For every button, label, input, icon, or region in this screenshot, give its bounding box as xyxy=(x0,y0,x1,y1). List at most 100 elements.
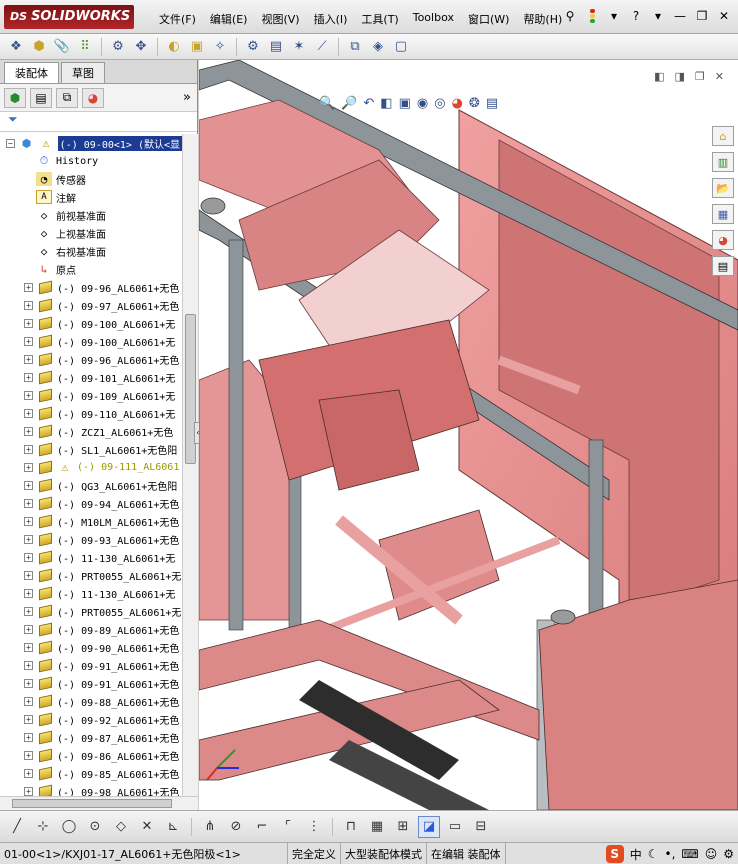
tree-part-row[interactable]: + (-) 09-90_AL6061+无色 xyxy=(0,638,182,656)
exploded-view-icon[interactable]: ✶ xyxy=(289,37,309,57)
solidworks-resources-icon[interactable]: ⌂ xyxy=(712,126,734,146)
solidworks-logo[interactable]: DS SOLIDWORKS xyxy=(4,5,134,29)
tree-part-row[interactable]: + (-) 09-96_AL6061+无色 xyxy=(0,278,182,296)
tree-part-row[interactable]: + (-) 09-109_AL6061+无 xyxy=(0,386,182,404)
tree-part-row[interactable]: + (-) ZCZ1_AL6061+无色 xyxy=(0,422,182,440)
help-button[interactable]: ? xyxy=(628,8,644,24)
two-view-icon[interactable]: ⊟ xyxy=(470,816,492,838)
keyboard-icon[interactable]: ⌨ xyxy=(681,847,698,861)
chamfer-icon[interactable]: ⌜ xyxy=(277,816,299,838)
expand-icon[interactable]: + xyxy=(24,678,33,688)
skin-icon[interactable]: ☺ xyxy=(705,847,718,861)
display-manager-icon[interactable]: ◕ xyxy=(82,87,104,108)
tree-part-row[interactable]: + (-) 09-98_AL6061+无色 xyxy=(0,782,182,796)
offset-icon[interactable]: ⊘ xyxy=(225,816,247,838)
tree-part-row[interactable]: + (-) 09-101_AL6061+无 xyxy=(0,368,182,386)
convert-entities-icon[interactable]: ⊾ xyxy=(162,816,184,838)
new-assembly-icon[interactable]: ❖ xyxy=(6,37,26,57)
tree-part-row[interactable]: + (-) SL1_AL6061+无色阳 xyxy=(0,440,182,458)
expand-icon[interactable]: + xyxy=(24,480,33,490)
hscroll-thumb[interactable] xyxy=(12,799,172,808)
tree-part-row[interactable]: + (-) 09-100_AL6061+无 xyxy=(0,332,182,350)
previous-view-icon[interactable]: ↶ xyxy=(363,96,374,111)
tree-feature-row[interactable]: ◇ 右视基准面 xyxy=(0,242,182,260)
circle-icon[interactable]: ◯ xyxy=(58,816,80,838)
expand-icon[interactable]: + xyxy=(24,282,33,292)
edit-appearance-icon[interactable]: ◕ xyxy=(452,96,463,111)
instant3d-icon[interactable]: ◈ xyxy=(368,37,388,57)
feature-tree-icon[interactable]: ⬢ xyxy=(4,87,26,108)
menu-toolbox[interactable]: Toolbox xyxy=(406,9,461,29)
tree-horizontal-scrollbar[interactable] xyxy=(0,796,198,810)
expand-icon[interactable]: + xyxy=(24,516,33,526)
menu-file[interactable]: 文件(F) xyxy=(152,9,203,29)
interference-detection-icon[interactable]: ⧉ xyxy=(345,37,365,57)
menu-insert[interactable]: 插入(I) xyxy=(307,9,355,29)
sogou-logo-icon[interactable]: S xyxy=(605,845,624,863)
collapse-icon[interactable]: − xyxy=(6,138,15,148)
expand-icon[interactable]: + xyxy=(24,390,33,400)
point-icon[interactable]: ⊙ xyxy=(84,816,106,838)
expand-icon[interactable]: + xyxy=(24,714,33,724)
assembly-features-icon[interactable]: ▣ xyxy=(187,37,207,57)
tree-part-row[interactable]: + (-) 09-85_AL6061+无色 xyxy=(0,764,182,782)
expand-icon[interactable]: + xyxy=(24,534,33,544)
expand-icon[interactable]: + xyxy=(24,660,33,670)
bill-of-materials-icon[interactable]: ▤ xyxy=(266,37,286,57)
tree-feature-row[interactable]: A 注解 xyxy=(0,188,182,206)
tree-part-row[interactable]: + (-) 11-130_AL6061+无 xyxy=(0,548,182,566)
tree-part-row[interactable]: + (-) 09-110_AL6061+无 xyxy=(0,404,182,422)
expand-icon[interactable]: + xyxy=(24,444,33,454)
menu-view[interactable]: 视图(V) xyxy=(254,9,306,29)
move-component-icon[interactable]: ✥ xyxy=(131,37,151,57)
section-view-icon[interactable]: ◧ xyxy=(380,96,392,111)
expand-icon[interactable]: + xyxy=(24,606,33,616)
construction-geometry-icon[interactable]: ⋮ xyxy=(303,816,325,838)
explode-line-sketch-icon[interactable]: ⟋ xyxy=(312,37,332,57)
tree-part-row[interactable]: + (-) 09-89_AL6061+无色 xyxy=(0,620,182,638)
menu-window[interactable]: 窗口(W) xyxy=(461,9,516,29)
expand-icon[interactable]: + xyxy=(24,696,33,706)
tree-part-row[interactable]: + (-) 09-96_AL6061+无色 xyxy=(0,350,182,368)
dimension-icon[interactable]: ⊹ xyxy=(32,816,54,838)
tree-part-row[interactable]: + (-) 09-86_AL6061+无色 xyxy=(0,746,182,764)
line-icon[interactable]: ╱ xyxy=(6,816,28,838)
expand-icon[interactable]: + xyxy=(24,624,33,634)
polygon-icon[interactable]: ◇ xyxy=(110,816,132,838)
zoom-to-fit-icon[interactable]: 🔍 xyxy=(319,96,335,111)
expand-icon[interactable]: + xyxy=(24,372,33,382)
expand-icon[interactable]: + xyxy=(24,336,33,346)
tree-part-row[interactable]: + (-) QG3_AL6061+无色阳 xyxy=(0,476,182,494)
pin-icon[interactable]: ⚲ xyxy=(562,8,578,24)
smart-dimension-icon[interactable]: ⊓ xyxy=(340,816,362,838)
viewport-restore-icon[interactable]: ❐ xyxy=(695,70,705,83)
tree-part-row[interactable]: + (-) 09-88_AL6061+无色 xyxy=(0,692,182,710)
tab-sketch[interactable]: 草图 xyxy=(61,62,105,83)
expand-icon[interactable]: + xyxy=(24,426,33,436)
expand-icon[interactable]: + xyxy=(24,498,33,508)
traffic-light-icon[interactable] xyxy=(584,8,600,24)
tree-root[interactable]: − ⬢ ⚠ (-) 09-00<1> (默认<显 xyxy=(0,134,182,152)
configuration-manager-icon[interactable]: ⧉ xyxy=(56,87,78,108)
expand-icon[interactable]: + xyxy=(24,786,33,796)
apply-scene-icon[interactable]: ❂ xyxy=(469,96,480,111)
settings-icon[interactable]: ⚙ xyxy=(723,847,734,861)
expand-icon[interactable]: + xyxy=(24,552,33,562)
single-view-icon[interactable]: ▭ xyxy=(444,816,466,838)
graphics-viewport[interactable]: 🔍 🔎 ↶ ◧ ▣ ◉ ◎ ◕ ❂ ▤ ◧ ◨ ❐ ✕ ⌂ ▥ 📂 ▦ ◕ ▤ xyxy=(199,60,738,810)
help-dropdown-icon[interactable]: ▾ xyxy=(650,8,666,24)
tree-part-row[interactable]: + (-) 09-93_AL6061+无色 xyxy=(0,530,182,548)
tree-part-row[interactable]: + (-) 09-94_AL6061+无色 xyxy=(0,494,182,512)
view-orientation-icon[interactable]: ▣ xyxy=(399,96,411,111)
dropdown-arrow-icon[interactable]: ▾ xyxy=(606,8,622,24)
tab-assembly[interactable]: 装配体 xyxy=(4,62,59,83)
tree-feature-row[interactable]: ◇ 前视基准面 xyxy=(0,206,182,224)
linear-pattern-icon[interactable]: ⠿ xyxy=(75,37,95,57)
hide-show-items-icon[interactable]: ◎ xyxy=(434,96,445,111)
reference-geometry-icon[interactable]: ✧ xyxy=(210,37,230,57)
tree-part-row[interactable]: + (-) 09-87_AL6061+无色 xyxy=(0,728,182,746)
trim-icon[interactable]: ✕ xyxy=(136,816,158,838)
custom-properties-icon[interactable]: ▤ xyxy=(712,256,734,276)
file-explorer-icon[interactable]: 📂 xyxy=(712,178,734,198)
menu-tools[interactable]: 工具(T) xyxy=(354,9,405,29)
